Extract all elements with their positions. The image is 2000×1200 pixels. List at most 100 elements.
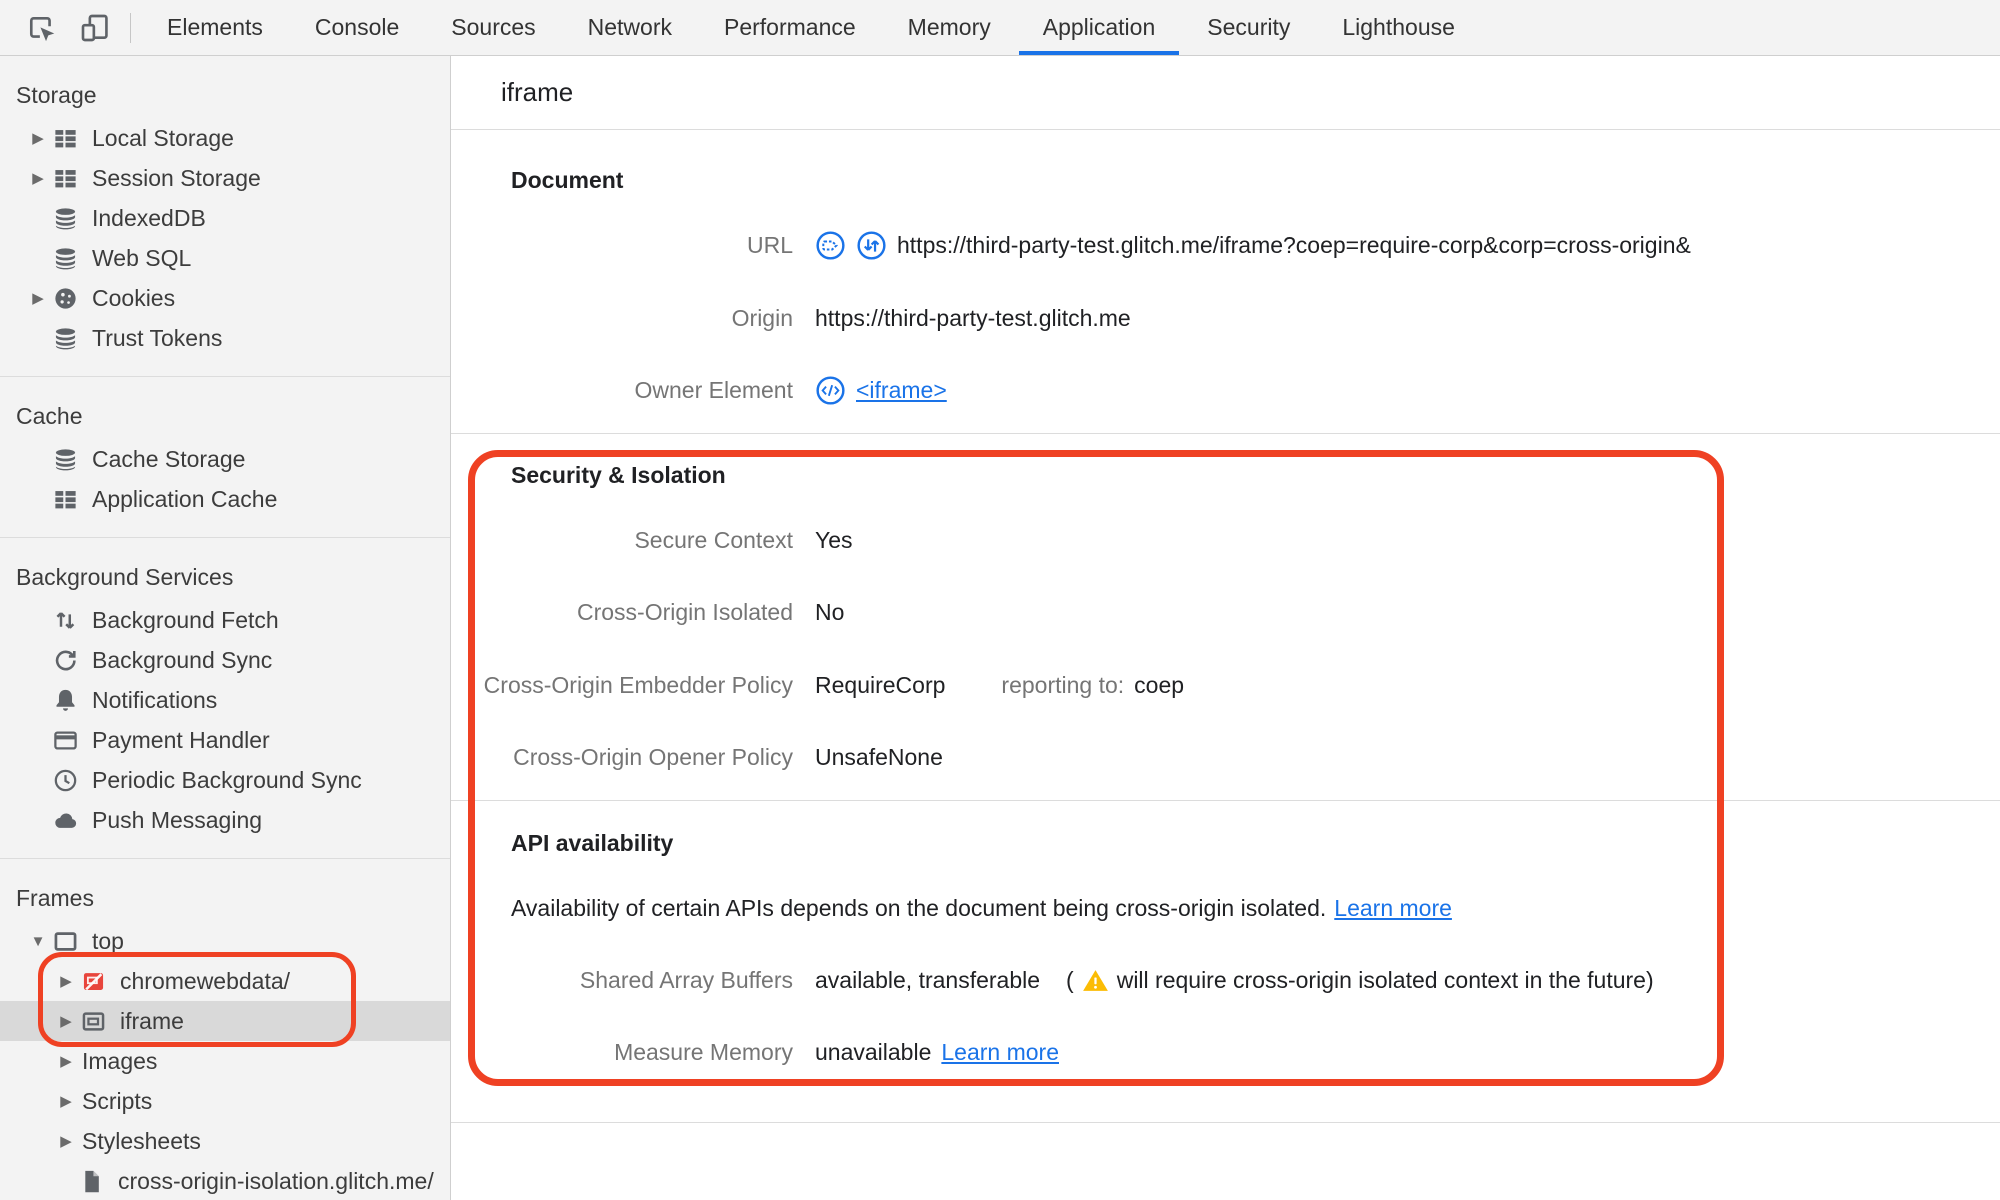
cookie-icon — [52, 285, 79, 312]
tab-network[interactable]: Network — [562, 0, 698, 55]
sidebar-item-label: Scripts — [82, 1087, 153, 1114]
shared-array-buffers-label: Shared Array Buffers — [579, 966, 793, 993]
owner-element-link[interactable]: <iframe> — [856, 377, 947, 404]
sidebar-item-label: Background Fetch — [92, 606, 279, 633]
origin-value: https://third-party-test.glitch.me — [815, 304, 1131, 331]
devtools-toolbar: Elements Console Sources Network Perform… — [0, 0, 2000, 56]
cross-origin-isolated-row: Cross-Origin Isolated No — [451, 592, 2000, 632]
sidebar-item-cookies[interactable]: ▶ Cookies — [0, 278, 450, 318]
api-description: Availability of certain APIs depends on … — [511, 894, 1327, 921]
secure-context-value: Yes — [815, 526, 853, 553]
api-learn-more-link[interactable]: Learn more — [1334, 895, 1452, 922]
sidebar-item-trust-tokens[interactable]: ▶ Trust Tokens — [0, 318, 450, 358]
sidebar-item-web-sql[interactable]: ▶ Web SQL — [0, 238, 450, 278]
sidebar-item-label: Background Sync — [92, 646, 273, 673]
tab-performance[interactable]: Performance — [698, 0, 882, 55]
table-icon — [52, 486, 79, 513]
coep-label: Cross-Origin Embedder Policy — [483, 671, 793, 698]
section-divider — [451, 1122, 2000, 1123]
shared-array-buffers-note: will require cross-origin isolated conte… — [1116, 966, 1654, 993]
sidebar-item-periodic-background-sync[interactable]: ▶ Periodic Background Sync — [0, 760, 450, 800]
sidebar-item-label: Local Storage — [92, 124, 234, 151]
up-down-arrows-icon — [52, 607, 79, 634]
sidebar-item-label: Cookies — [92, 284, 176, 311]
chevron-right-icon[interactable]: ▶ — [54, 1092, 78, 1110]
sidebar-item-label: Cache Storage — [92, 445, 246, 472]
bell-icon — [52, 687, 79, 714]
section-storage: Storage ▶ Local Storage ▶ Session Storag… — [0, 56, 450, 377]
sidebar-item-stylesheets[interactable]: ▶ Stylesheets — [0, 1121, 450, 1161]
chevron-down-icon[interactable]: ▼ — [26, 933, 50, 950]
device-toolbar-icon[interactable] — [78, 11, 112, 45]
sidebar-item-label: Trust Tokens — [92, 324, 223, 351]
toolbar-divider — [130, 12, 131, 43]
panel-tabs: Elements Console Sources Network Perform… — [141, 0, 1481, 55]
tab-lighthouse[interactable]: Lighthouse — [1316, 0, 1481, 55]
note-open-paren: ( — [1066, 966, 1074, 993]
section-title-frames: Frames — [16, 884, 94, 911]
sidebar-item-background-sync[interactable]: ▶ Background Sync — [0, 640, 450, 680]
coep-row: Cross-Origin Embedder Policy RequireCorp… — [451, 665, 2000, 705]
clock-icon — [52, 767, 79, 794]
section-divider — [451, 433, 2000, 434]
reveal-in-network-icon[interactable] — [856, 230, 887, 261]
owner-element-row: Owner Element <iframe> — [451, 370, 2000, 410]
chevron-right-icon[interactable]: ▶ — [54, 972, 78, 990]
sidebar-item-label: Application Cache — [92, 485, 278, 512]
tab-security[interactable]: Security — [1181, 0, 1316, 55]
sidebar-item-session-storage[interactable]: ▶ Session Storage — [0, 158, 450, 198]
coop-value: UnsafeNone — [815, 743, 943, 770]
frame-details-view: iframe Document URL https://third-party-… — [451, 56, 2000, 1200]
sidebar-item-label: cross-origin-isolation.glitch.me/ — [118, 1167, 434, 1194]
frame-icon — [52, 928, 79, 955]
measure-memory-learn-more-link[interactable]: Learn more — [941, 1039, 1059, 1066]
sidebar-item-label: Periodic Background Sync — [92, 766, 362, 793]
tab-memory[interactable]: Memory — [882, 0, 1017, 55]
cross-origin-isolated-value: No — [815, 598, 845, 625]
reveal-in-elements-icon[interactable] — [815, 230, 846, 261]
chevron-right-icon[interactable]: ▶ — [26, 129, 50, 147]
sidebar-item-push-messaging[interactable]: ▶ Push Messaging — [0, 800, 450, 840]
sidebar-item-payment-handler[interactable]: ▶ Payment Handler — [0, 720, 450, 760]
chevron-right-icon[interactable]: ▶ — [54, 1012, 78, 1030]
code-element-icon[interactable] — [815, 375, 846, 406]
sidebar-item-cross-origin-isolation[interactable]: cross-origin-isolation.glitch.me/ — [0, 1161, 450, 1200]
coep-reporting-value: coep — [1134, 671, 1185, 698]
url-value: https://third-party-test.glitch.me/ifram… — [897, 231, 1691, 258]
sidebar-item-background-fetch[interactable]: ▶ Background Fetch — [0, 600, 450, 640]
tab-application[interactable]: Application — [1017, 0, 1182, 55]
sidebar-item-frame-top[interactable]: ▼ top — [0, 921, 450, 961]
coop-label: Cross-Origin Opener Policy — [513, 743, 793, 770]
sidebar-item-frame-iframe[interactable]: ▶ iframe — [0, 1001, 450, 1041]
table-icon — [52, 165, 79, 192]
sync-icon — [52, 647, 79, 674]
sidebar-item-application-cache[interactable]: ▶ Application Cache — [0, 479, 450, 519]
chevron-right-icon[interactable]: ▶ — [26, 289, 50, 307]
inspect-element-icon[interactable] — [24, 11, 58, 45]
url-row: URL https://third-party-test.glitch.me/i… — [451, 225, 2000, 265]
sidebar-item-label: IndexedDB — [92, 204, 206, 231]
chevron-right-icon[interactable]: ▶ — [54, 1132, 78, 1150]
tab-console[interactable]: Console — [289, 0, 425, 55]
frame-error-icon — [80, 968, 107, 995]
sidebar-item-indexeddb[interactable]: ▶ IndexedDB — [0, 198, 450, 238]
cloud-icon — [52, 807, 79, 834]
iframe-icon — [80, 1008, 107, 1035]
section-background-services: Background Services ▶ Background Fetch ▶… — [0, 538, 450, 859]
sidebar-item-local-storage[interactable]: ▶ Local Storage — [0, 118, 450, 158]
chevron-right-icon[interactable]: ▶ — [26, 169, 50, 187]
sidebar-item-cache-storage[interactable]: ▶ Cache Storage — [0, 439, 450, 479]
sidebar-item-notifications[interactable]: ▶ Notifications — [0, 680, 450, 720]
measure-memory-row: Measure Memory unavailable Learn more — [451, 1032, 2000, 1072]
section-title-background-services: Background Services — [16, 563, 234, 590]
origin-label: Origin — [731, 304, 793, 331]
database-icon — [52, 325, 79, 352]
sidebar-item-images[interactable]: ▶ Images — [0, 1041, 450, 1081]
chevron-right-icon[interactable]: ▶ — [54, 1052, 78, 1070]
sidebar-item-frame-chromewebdata[interactable]: ▶ chromewebdata/ — [0, 961, 450, 1001]
section-cache: Cache ▶ Cache Storage ▶ Application Cach… — [0, 377, 450, 538]
tab-sources[interactable]: Sources — [425, 0, 561, 55]
sidebar-item-scripts[interactable]: ▶ Scripts — [0, 1081, 450, 1121]
database-icon — [52, 245, 79, 272]
tab-elements[interactable]: Elements — [141, 0, 289, 55]
